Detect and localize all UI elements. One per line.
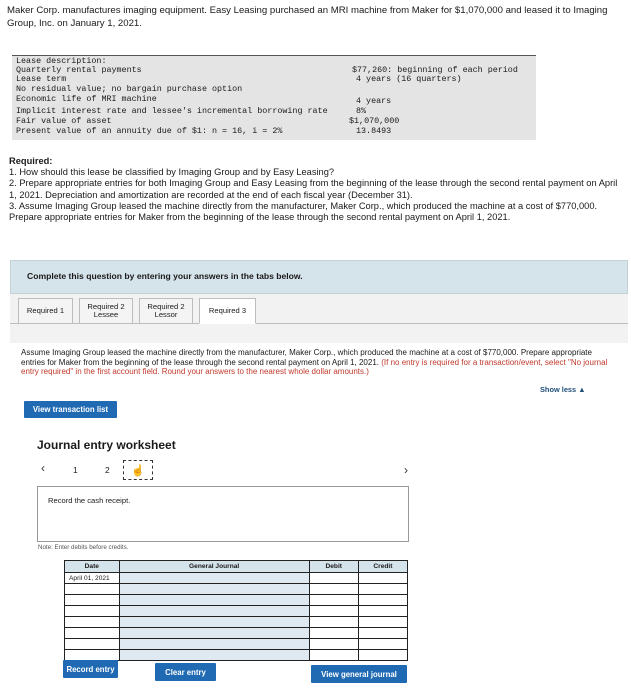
credit-cell[interactable] bbox=[357, 649, 409, 661]
record-entry-button[interactable]: Record entry bbox=[63, 660, 118, 678]
required-item-2: 2. Prepare appropriate entries for both … bbox=[9, 178, 618, 200]
view-general-journal-button[interactable]: View general journal bbox=[311, 665, 407, 683]
credit-cell[interactable] bbox=[357, 594, 409, 606]
hand-pointer-icon: ☝ bbox=[131, 464, 145, 477]
tab-required-3[interactable]: Required 3 bbox=[199, 298, 256, 324]
debit-cell[interactable] bbox=[308, 605, 359, 617]
lease-row-value: 4 years bbox=[356, 96, 392, 106]
transaction-description-box: Record the cash receipt. bbox=[37, 486, 409, 542]
credit-cell[interactable] bbox=[357, 605, 409, 617]
chevron-left-icon[interactable]: ‹ bbox=[41, 461, 45, 475]
column-general-journal: General Journal bbox=[118, 560, 310, 573]
credit-cell[interactable] bbox=[357, 616, 409, 628]
chevron-right-icon[interactable]: › bbox=[404, 463, 408, 477]
lease-row-label: Fair value of asset bbox=[16, 116, 112, 126]
lease-row-value: 4 years (16 quarters) bbox=[356, 74, 462, 84]
debit-cell[interactable] bbox=[308, 572, 359, 584]
page-2[interactable]: 2 bbox=[105, 465, 110, 475]
debit-cell[interactable] bbox=[308, 583, 359, 595]
table-row bbox=[64, 627, 409, 639]
table-row bbox=[64, 616, 409, 628]
column-credit: Credit bbox=[357, 560, 409, 573]
complete-question-bar: Complete this question by entering your … bbox=[10, 260, 628, 294]
required-section: Required: 1. How should this lease be cl… bbox=[9, 156, 621, 223]
record-cash-receipt-text: Record the cash receipt. bbox=[48, 496, 131, 505]
credit-cell[interactable] bbox=[357, 638, 409, 650]
lease-row-label: Economic life of MRI machine bbox=[16, 94, 157, 104]
view-transaction-list-button[interactable]: View transaction list bbox=[24, 401, 117, 418]
table-row bbox=[64, 583, 409, 595]
show-less-link[interactable]: Show less ▲ bbox=[540, 385, 586, 394]
tab-label: Required 2 Lessor bbox=[147, 301, 185, 319]
debit-cell[interactable] bbox=[308, 616, 359, 628]
column-date: Date bbox=[64, 560, 120, 573]
account-cell[interactable] bbox=[118, 638, 310, 650]
date-cell: April 01, 2021 bbox=[64, 572, 120, 584]
required-heading: Required: bbox=[9, 156, 53, 166]
credit-cell[interactable] bbox=[357, 583, 409, 595]
table-row bbox=[64, 605, 409, 617]
debit-cell[interactable] bbox=[308, 627, 359, 639]
table-row bbox=[64, 638, 409, 650]
debit-cell[interactable] bbox=[308, 638, 359, 650]
required-item-1: 1. How should this lease be classified b… bbox=[9, 167, 335, 178]
debit-cell[interactable] bbox=[308, 649, 359, 661]
lease-row-label: Present value of an annuity due of $1: n… bbox=[16, 126, 283, 136]
account-cell[interactable] bbox=[118, 616, 310, 628]
account-cell[interactable] bbox=[118, 649, 310, 661]
lease-row-value: 13.8493 bbox=[356, 126, 392, 136]
tab-label: Required 2 Lessee bbox=[87, 301, 125, 319]
account-cell[interactable] bbox=[118, 572, 310, 584]
journal-worksheet-title: Journal entry worksheet bbox=[37, 438, 176, 452]
instruction-text: Assume Imaging Group leased the machine … bbox=[21, 348, 611, 377]
account-cell[interactable] bbox=[118, 627, 310, 639]
account-cell[interactable] bbox=[118, 605, 310, 617]
problem-intro: Maker Corp. manufactures imaging equipme… bbox=[7, 5, 608, 29]
debit-cell[interactable] bbox=[308, 594, 359, 606]
lease-row-label: Lease term bbox=[16, 74, 67, 84]
clear-entry-button[interactable]: Clear entry bbox=[155, 663, 216, 681]
lease-row-label: Implicit interest rate and lessee's incr… bbox=[16, 106, 328, 116]
complete-question-text: Complete this question by entering your … bbox=[27, 271, 303, 281]
lease-description-table: Lease description: Quarterly rental paym… bbox=[12, 55, 536, 140]
table-row bbox=[64, 649, 409, 661]
page-1[interactable]: 1 bbox=[73, 465, 78, 475]
current-page-pointer[interactable]: ☝ bbox=[123, 460, 153, 480]
required-item-3: 3. Assume Imaging Group leased the machi… bbox=[9, 200, 598, 223]
column-debit: Debit bbox=[308, 560, 359, 573]
credit-cell[interactable] bbox=[357, 627, 409, 639]
lease-row-value: 8% bbox=[356, 106, 367, 116]
table-row bbox=[64, 594, 409, 606]
journal-entry-table: Date General Journal Debit Credit April … bbox=[64, 560, 409, 661]
lease-row-value: $1,070,000 bbox=[349, 116, 400, 126]
tab-required-2-lessee[interactable]: Required 2 Lessee bbox=[79, 298, 133, 324]
debits-note: Note: Enter debits before credits. bbox=[38, 544, 129, 551]
credit-cell[interactable] bbox=[357, 572, 409, 584]
account-cell[interactable] bbox=[118, 583, 310, 595]
table-row: April 01, 2021 bbox=[64, 572, 409, 584]
account-cell[interactable] bbox=[118, 594, 310, 606]
lease-row-label: No residual value; no bargain purchase o… bbox=[16, 84, 243, 94]
tab-required-2-lessor[interactable]: Required 2 Lessor bbox=[139, 298, 193, 324]
tab-required-1[interactable]: Required 1 bbox=[18, 298, 73, 324]
